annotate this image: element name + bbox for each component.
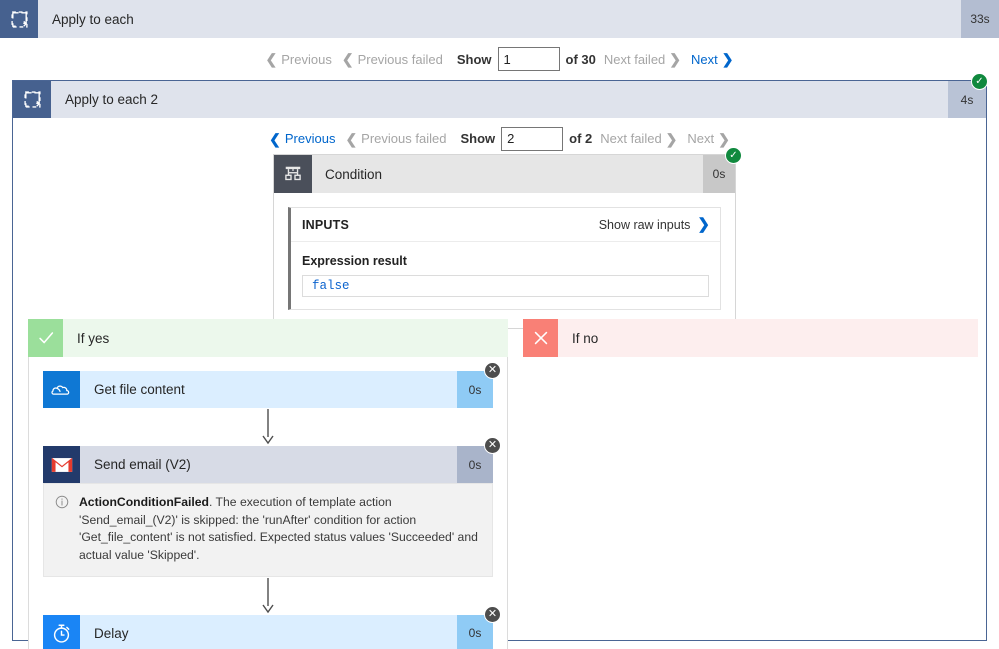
inputs-label: INPUTS [302, 217, 350, 232]
show-label: Show [460, 131, 496, 146]
previous-failed-label: Previous failed [357, 51, 443, 67]
next-label: Next [691, 51, 718, 67]
close-circle-icon[interactable]: ✕ [484, 437, 501, 454]
condition-card: Condition 0s ✓ INPUTS Show raw inputs ❯ [273, 147, 742, 329]
previous-label: Previous [281, 51, 332, 67]
action-row-get-file-content[interactable]: Get file content 0s ✕ [43, 362, 501, 408]
expression-result-section: Expression result false [291, 242, 720, 309]
action-message-send-email-v2: ActionConditionFailed. The execution of … [43, 483, 493, 577]
next-label: Next [687, 131, 715, 146]
page-number-input[interactable] [501, 126, 564, 151]
chevron-left-icon: ❮ [265, 51, 278, 67]
connector-arrow [43, 408, 493, 446]
previous-failed-button[interactable]: ❮ Previous failed [340, 52, 445, 67]
chevron-left-icon: ❮ [341, 51, 354, 67]
of-total-label: of 2 [569, 131, 593, 146]
previous-failed-label: Previous failed [361, 131, 447, 146]
action-name: Get file content [80, 371, 457, 408]
logic-app-run-view: Apply to each 33s ❮ Previous ❮ Previous … [0, 0, 999, 649]
branch-body-if-yes: Get file content 0s ✕ Send email (V2) 0s… [28, 357, 508, 649]
condition-branch-icon [274, 155, 312, 193]
chevron-right-icon: ❯ [665, 130, 678, 147]
scope-title: Apply to each [52, 11, 134, 27]
gmail-icon [43, 446, 80, 483]
previous-button[interactable]: ❮ Previous [267, 131, 337, 146]
previous-button[interactable]: ❮ Previous [264, 52, 334, 67]
close-x-icon [523, 319, 558, 357]
inputs-section: INPUTS Show raw inputs ❯ Expression resu… [288, 207, 721, 310]
branch-if-yes: If yes Get file content 0s ✕ Send email … [28, 319, 508, 649]
foreach-icon [0, 0, 38, 38]
info-icon [55, 494, 70, 565]
stopwatch-icon [43, 614, 80, 649]
close-circle-icon[interactable]: ✕ [484, 362, 501, 379]
branch-if-no: If no [523, 319, 978, 649]
next-failed-label: Next failed [600, 131, 662, 146]
chevron-right-icon: ❯ [721, 51, 734, 67]
next-button[interactable]: Next ❯ [689, 52, 735, 67]
check-icon [28, 319, 63, 357]
scope-apply-to-each-2: Apply to each 2 4s ✓ ❮ Previous ❮ Previo… [12, 73, 988, 649]
pagination-inner: ❮ Previous ❮ Previous failed Show of 2 N… [13, 118, 986, 159]
previous-failed-button[interactable]: ❮ Previous failed [343, 131, 448, 146]
inputs-header: INPUTS Show raw inputs ❯ [291, 208, 720, 242]
chevron-right-icon: ❯ [669, 51, 682, 67]
condition-card-wrapper: Condition 0s ✓ INPUTS Show raw inputs ❯ [273, 147, 742, 329]
previous-label: Previous [284, 131, 336, 146]
scope-header-apply-to-each[interactable]: Apply to each 33s [0, 0, 999, 38]
chevron-left-icon: ❮ [269, 130, 281, 147]
of-total-label: of 30 [565, 51, 596, 67]
condition-title: Condition [325, 166, 383, 182]
chevron-right-icon: ❯ [718, 130, 730, 147]
foreach-icon [13, 81, 51, 118]
branch-header-if-yes[interactable]: If yes [28, 319, 508, 357]
page-number-input[interactable] [497, 47, 560, 71]
connector-arrow [43, 577, 493, 615]
action-row-send-email-v2[interactable]: Send email (V2) 0s ✕ [43, 437, 501, 483]
show-label: Show [456, 51, 492, 67]
chevron-right-icon: ❯ [697, 216, 710, 233]
branch-header-if-no[interactable]: If no [523, 319, 978, 357]
show-raw-inputs-label: Show raw inputs [598, 217, 691, 232]
expression-result-label: Expression result [302, 254, 407, 268]
branch-label-if-yes: If yes [77, 330, 110, 346]
next-button[interactable]: Next ❯ [685, 131, 731, 146]
pagination-outer: ❮ Previous ❮ Previous failed Show of 30 … [0, 38, 999, 80]
next-failed-button[interactable]: Next failed ❯ [602, 52, 683, 67]
scope-header-apply-to-each-2[interactable]: Apply to each 2 4s ✓ [13, 73, 988, 118]
condition-header[interactable]: Condition 0s ✓ [274, 147, 742, 193]
next-failed-button[interactable]: Next failed ❯ [598, 131, 679, 146]
action-message-text: ActionConditionFailed. The execution of … [79, 494, 478, 565]
show-raw-inputs-link[interactable]: Show raw inputs ❯ [599, 217, 710, 232]
action-row-delay[interactable]: Delay 0s ✕ [43, 605, 501, 649]
status-badge-succeeded: ✓ [725, 147, 742, 164]
next-failed-label: Next failed [603, 51, 666, 67]
onedrive-icon [43, 371, 80, 408]
branch-label-if-no: If no [572, 330, 599, 346]
condition-body: INPUTS Show raw inputs ❯ Expression resu… [274, 193, 735, 328]
branch-gap [508, 319, 523, 649]
condition-branches: If yes Get file content 0s ✕ Send email … [28, 319, 980, 649]
close-circle-icon[interactable]: ✕ [484, 605, 501, 623]
scope-duration: 33s [961, 0, 999, 38]
status-badge-succeeded: ✓ [971, 73, 988, 90]
chevron-left-icon: ❮ [345, 130, 358, 147]
expression-result-value: false [302, 275, 709, 297]
scope-title: Apply to each 2 [65, 92, 159, 107]
action-name: Send email (V2) [80, 446, 457, 483]
action-name: Delay [80, 614, 457, 649]
error-code: ActionConditionFailed [79, 495, 209, 509]
